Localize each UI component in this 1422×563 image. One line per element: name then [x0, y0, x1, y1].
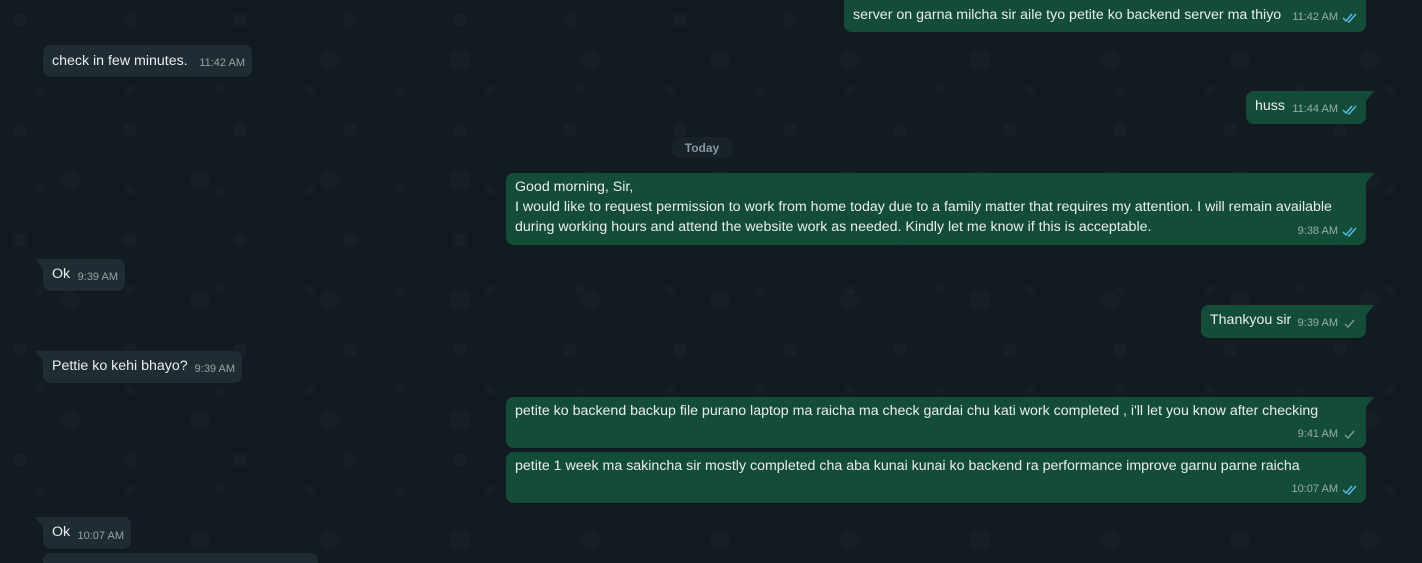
message-time: 9:41 AM	[1297, 428, 1338, 440]
message-time: 9:39 AM	[1297, 317, 1338, 329]
message-meta: 10:07 AM	[1292, 479, 1358, 499]
message-outgoing[interactable]: server on garna milcha sir aile tyo peti…	[844, 0, 1366, 32]
message-text: huss	[1255, 98, 1285, 114]
message-meta: 9:39 AM	[1298, 313, 1358, 333]
message-meta: 10:07 AM	[78, 526, 124, 546]
message-text: Ok	[52, 524, 71, 540]
message-outgoing[interactable]: huss 11:44 AM	[1246, 91, 1374, 124]
message-incoming[interactable]: Pettie ko kehi bhayo? 9:39 AM	[35, 351, 242, 383]
message-time: 11:44 AM	[1292, 103, 1338, 115]
chat-conversation-panel[interactable]: server on garna milcha sir aile tyo peti…	[0, 0, 1422, 563]
double-check-read-icon	[1342, 226, 1358, 237]
double-check-read-icon	[1342, 104, 1358, 115]
message-time: 11:42 AM	[199, 57, 245, 69]
message-outgoing[interactable]: petite ko backend backup file purano lap…	[506, 397, 1374, 448]
date-separator: Today	[672, 137, 732, 158]
message-meta: 9:38 AM	[1298, 221, 1358, 241]
message-text: Thankyou sir	[1210, 312, 1292, 328]
double-check-read-icon	[1342, 12, 1358, 23]
message-meta: 9:39 AM	[195, 359, 235, 379]
message-text: check in few minutes.	[52, 53, 188, 69]
message-incoming-partial[interactable]	[43, 553, 318, 563]
message-outgoing[interactable]: Good morning, Sir, I would like to reque…	[506, 173, 1374, 245]
message-time: 10:07 AM	[77, 530, 124, 542]
message-meta: 11:44 AM	[1292, 99, 1358, 119]
message-text: Good morning, Sir, I would like to reque…	[515, 179, 1332, 235]
message-time: 10:07 AM	[1291, 483, 1338, 495]
message-time: 11:42 AM	[1292, 11, 1338, 23]
message-incoming[interactable]: check in few minutes. 11:42 AM	[43, 45, 252, 77]
check-sent-icon	[1342, 429, 1358, 440]
message-text: petite ko backend backup file purano lap…	[515, 403, 1319, 419]
message-time: 9:38 AM	[1297, 225, 1338, 237]
message-meta: 9:41 AM	[1298, 424, 1358, 444]
message-incoming[interactable]: Ok 10:07 AM	[35, 517, 131, 549]
message-text: Pettie ko kehi bhayo?	[52, 358, 188, 374]
message-time: 9:39 AM	[77, 271, 118, 283]
message-time: 9:39 AM	[194, 363, 235, 375]
check-sent-icon	[1342, 318, 1358, 329]
message-meta: 11:42 AM	[1292, 7, 1358, 27]
message-text: petite 1 week ma sakincha sir mostly com…	[515, 458, 1300, 474]
double-check-read-icon	[1342, 484, 1358, 495]
message-text: server on garna milcha sir aile tyo peti…	[853, 7, 1282, 23]
message-meta: 11:42 AM	[199, 53, 245, 73]
message-outgoing[interactable]: Thankyou sir 9:39 AM	[1201, 305, 1374, 338]
message-meta: 9:39 AM	[78, 267, 118, 287]
message-text: Ok	[52, 266, 71, 282]
message-incoming[interactable]: Ok 9:39 AM	[35, 259, 125, 291]
message-outgoing[interactable]: petite 1 week ma sakincha sir mostly com…	[506, 452, 1366, 503]
